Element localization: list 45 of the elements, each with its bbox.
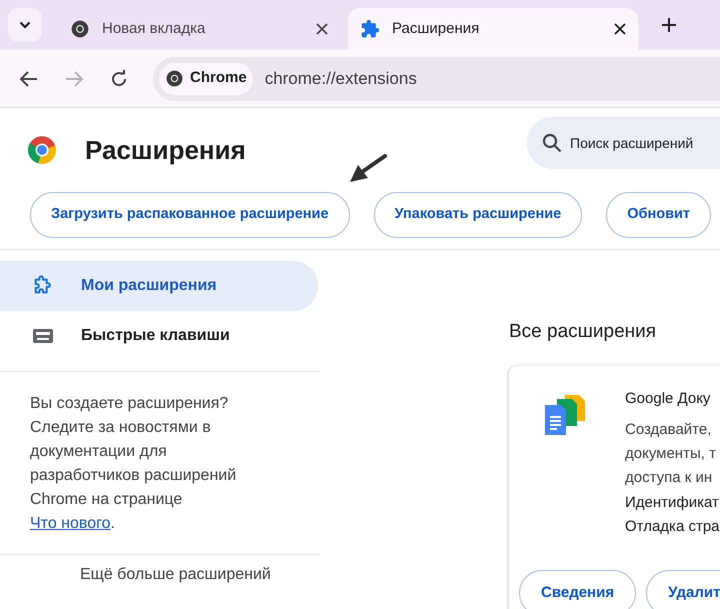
chevron-down-icon xyxy=(19,21,31,29)
chrome-logo-icon xyxy=(70,19,90,39)
whats-new-link[interactable]: Что нового xyxy=(30,515,110,532)
search-placeholder: Поиск расширений xyxy=(570,134,694,153)
extension-description: документы, т xyxy=(625,444,717,464)
docs-app-icon xyxy=(545,394,585,434)
close-icon[interactable] xyxy=(316,23,328,35)
keyboard-icon xyxy=(32,328,54,344)
browser-tab[interactable]: Новая вкладка xyxy=(58,8,340,50)
action-button[interactable]: Загрузить распакованное расширение xyxy=(30,192,350,238)
tab-title: Новая вкладка xyxy=(102,18,206,39)
sidebar-item[interactable]: Мои расширения xyxy=(0,261,318,311)
page-title: Расширения xyxy=(85,134,246,166)
action-button[interactable]: Упаковать расширение xyxy=(374,192,582,238)
site-chip[interactable]: Chrome xyxy=(159,62,253,94)
action-button[interactable]: Обновит xyxy=(606,192,711,238)
developer-note: Вы создаете расширения? Следите за новостями в документации для разработчиков расширений Chrome на странице Что нового. xyxy=(30,394,238,534)
reload-icon[interactable] xyxy=(110,70,128,88)
extension-description: доступа к ин xyxy=(625,468,714,488)
search-field[interactable]: Поиск расширений xyxy=(527,117,720,169)
inspect-views: Отладка стра xyxy=(625,516,720,536)
sidebar-label: Мои расширения xyxy=(81,276,217,296)
extension-id: Идентификат xyxy=(625,492,720,512)
tab-search-button[interactable] xyxy=(8,8,42,42)
address-bar[interactable]: Chrome chrome://extensions xyxy=(153,56,720,100)
extension-description: Создавайте, xyxy=(625,420,712,440)
puzzle-icon xyxy=(360,19,380,39)
close-icon[interactable] xyxy=(614,23,626,35)
section-heading: Все расширения xyxy=(509,320,658,344)
browser-tab[interactable]: Расширения xyxy=(348,8,638,50)
chrome-logo-icon xyxy=(165,69,184,88)
card-action-button[interactable]: Сведения xyxy=(519,570,636,609)
tab-title: Расширения xyxy=(392,18,480,39)
sidebar-label: Быстрые клавиши xyxy=(81,326,230,346)
extension-name: Google Доку xyxy=(625,388,712,408)
back-icon[interactable] xyxy=(20,70,38,86)
new-tab-icon[interactable] xyxy=(662,18,676,32)
chip-label: Chrome xyxy=(190,68,247,88)
sidebar-item[interactable]: Быстрые клавиши xyxy=(0,311,318,361)
search-icon xyxy=(542,133,562,153)
pointer-arrow xyxy=(348,154,388,184)
card-action-button[interactable]: Удалит xyxy=(646,570,720,609)
url-text: chrome://extensions xyxy=(264,68,417,90)
more-extensions-text: Ещё больше расширений xyxy=(79,565,272,585)
chrome-logo-icon xyxy=(27,135,57,165)
